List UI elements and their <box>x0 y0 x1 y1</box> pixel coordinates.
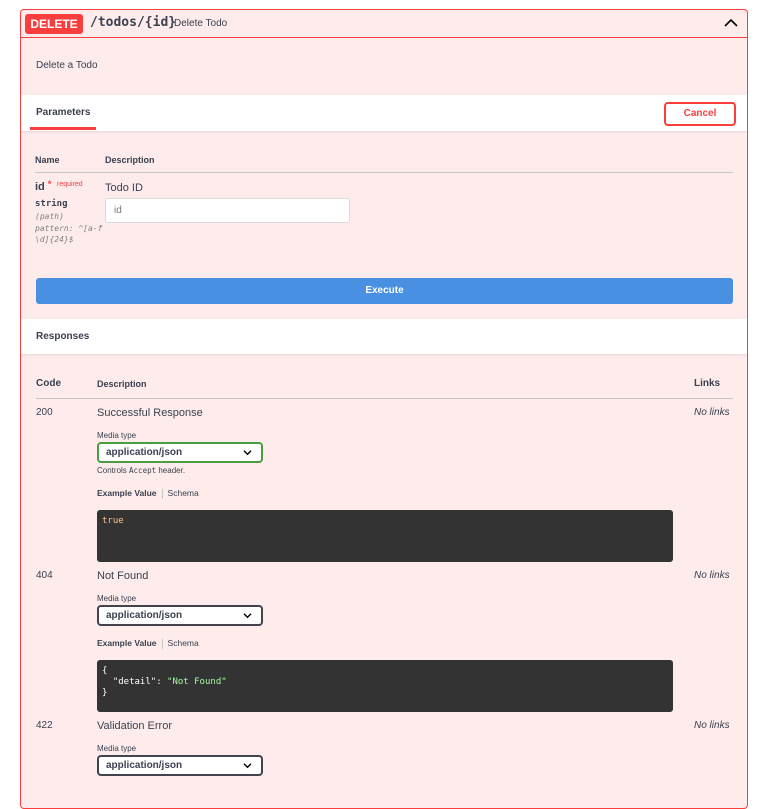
chevron-down-icon <box>243 450 252 456</box>
example-schema-tabs: Example Value Schema <box>97 638 199 649</box>
tab-example-value[interactable]: Example Value <box>97 488 157 498</box>
parameters-header: Parameters Cancel <box>21 95 747 131</box>
response-links: No links <box>694 570 730 581</box>
tab-schema[interactable]: Schema <box>168 488 199 498</box>
responses-title: Responses <box>36 331 90 342</box>
media-type-label: Media type <box>97 431 137 440</box>
media-type-select[interactable]: application/json <box>97 755 263 776</box>
tab-schema[interactable]: Schema <box>168 638 199 648</box>
response-code: 422 <box>36 720 53 731</box>
chevron-up-icon[interactable] <box>721 13 741 33</box>
chevron-down-icon <box>243 763 252 769</box>
example-schema-tabs: Example Value Schema <box>97 488 199 499</box>
resp-col-code: Code <box>36 378 61 389</box>
response-code: 200 <box>36 407 53 418</box>
response-description: Not Found <box>97 570 149 582</box>
resp-col-links: Links <box>694 378 721 389</box>
example-value-code: true <box>97 510 673 562</box>
responses-header: Responses <box>21 319 747 354</box>
param-header-divider <box>35 172 733 173</box>
operation-description: Delete a Todo <box>36 60 98 71</box>
example-value-code: { "detail": "Not Found" } <box>97 660 673 712</box>
media-type-select[interactable]: application/json <box>97 605 263 626</box>
controls-accept-note: Controls Accept header. <box>97 466 186 475</box>
operation-summary-bar[interactable]: DELETE /todos/{id} Delete Todo <box>21 10 747 38</box>
resp-col-description: Description <box>97 379 147 389</box>
response-links: No links <box>694 407 730 418</box>
media-type-label: Media type <box>97 594 137 603</box>
operation-block-delete-todo: DELETE /todos/{id} Delete Todo Delete a … <box>20 9 748 809</box>
id-input[interactable] <box>105 198 350 223</box>
response-code: 404 <box>36 570 53 581</box>
operation-summary: Delete Todo <box>174 18 228 29</box>
param-name: id * <box>35 179 52 193</box>
tab-parameters[interactable]: Parameters <box>36 107 90 118</box>
cancel-button[interactable]: Cancel <box>664 102 736 126</box>
tab-example-value[interactable]: Example Value <box>97 638 157 648</box>
response-links: No links <box>694 720 730 731</box>
param-location: (path) <box>35 212 64 221</box>
param-type: string <box>35 199 68 209</box>
chevron-down-icon <box>243 613 252 619</box>
execute-button[interactable]: Execute <box>36 278 733 304</box>
active-tab-indicator <box>30 127 96 130</box>
param-pattern: pattern: ^[a-f\d]{24}$ <box>35 224 103 244</box>
param-description: Todo ID <box>105 182 143 194</box>
param-col-description: Description <box>105 155 155 165</box>
param-col-name: Name <box>35 155 60 165</box>
param-required-label: required <box>57 181 83 188</box>
response-description: Successful Response <box>97 407 203 419</box>
resp-header-divider <box>36 398 733 399</box>
http-method-badge: DELETE <box>25 14 83 34</box>
media-type-select[interactable]: application/json <box>97 442 263 463</box>
media-type-label: Media type <box>97 744 137 753</box>
response-description: Validation Error <box>97 720 172 732</box>
endpoint-path: /todos/{id} <box>90 15 177 30</box>
